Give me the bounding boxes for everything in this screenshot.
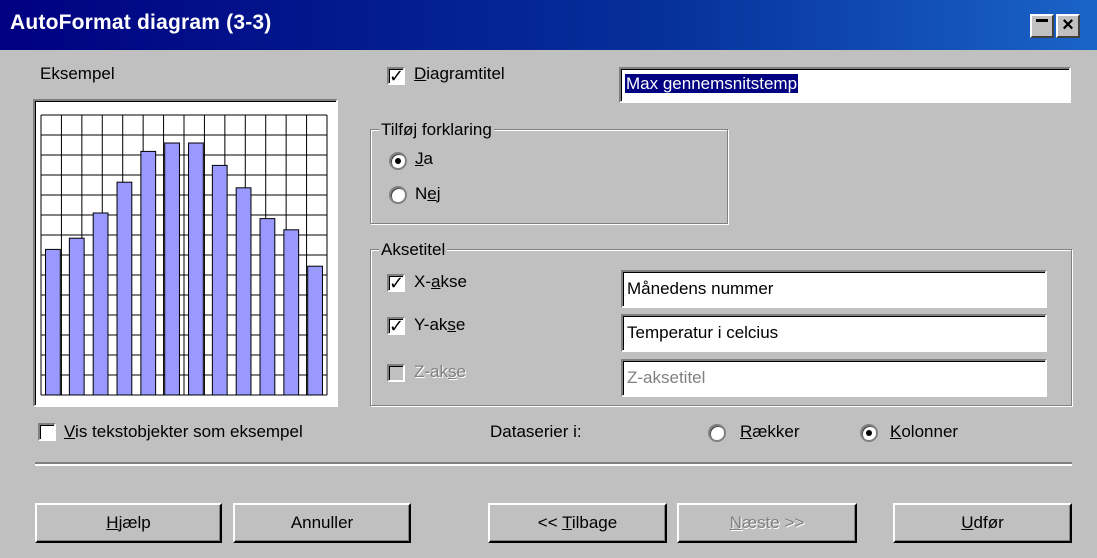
chart-bar-3 (92, 212, 109, 396)
diagram-title-checkbox[interactable]: ✓ (387, 66, 405, 86)
maximize-button[interactable] (1030, 14, 1054, 38)
legend-no-radio[interactable] (389, 186, 407, 204)
x-axis-checkbox[interactable]: ✓ (387, 273, 405, 293)
checkmark-icon: ✓ (389, 316, 405, 336)
checkmark-icon: ✓ (389, 273, 405, 293)
chart-bar-8 (211, 164, 228, 396)
y-axis-checkbox[interactable]: ✓ (387, 316, 405, 336)
chart-bar-6 (164, 142, 180, 396)
next-button[interactable]: Næste >> (677, 503, 857, 543)
window-title: AutoFormat diagram (3-3) (10, 11, 272, 34)
diagram-title-label: Diagramtitel (414, 64, 505, 83)
finish-button[interactable]: Udfør (893, 503, 1072, 543)
rows-radio[interactable] (708, 424, 726, 442)
chart-bar-5 (140, 150, 157, 396)
rows-label: Rækker (740, 422, 800, 441)
z-axis-title-field[interactable]: Z-aksetitel (621, 359, 1047, 397)
axis-title-group-title: Aksetitel (379, 240, 448, 260)
z-axis-checkbox[interactable] (387, 364, 405, 382)
legend-yes-label: Ja (415, 149, 433, 168)
y-axis-label: Y-akse (414, 315, 466, 334)
chart-bar-1 (45, 248, 61, 396)
chart-bar-10 (259, 218, 276, 396)
chart-bar-2 (68, 237, 85, 396)
diagram-title-value: Max gennemsnitstemp (625, 74, 799, 93)
x-axis-title-field[interactable]: Månedens nummer (621, 270, 1047, 308)
close-icon: × (1062, 14, 1074, 36)
cancel-button-label: Annuller (290, 513, 354, 532)
back-button[interactable]: << Tilbage (488, 503, 667, 543)
legend-no-label: Nej (415, 184, 441, 203)
chart-preview (33, 99, 338, 407)
back-button-label: << Tilbage (537, 513, 618, 532)
checkmark-icon: ✓ (389, 66, 405, 86)
chart-bar-4 (116, 181, 133, 396)
data-series-label: Dataserier i: (490, 422, 582, 441)
cancel-button[interactable]: Annuller (233, 503, 411, 543)
y-axis-title-field[interactable]: Temperatur i celcius (621, 314, 1047, 352)
z-axis-label: Z-akse (414, 362, 466, 381)
show-text-checkbox[interactable] (38, 423, 56, 441)
maximize-icon (1036, 19, 1048, 22)
chart-bar-9 (235, 187, 252, 396)
title-bar: AutoFormat diagram (3-3) × (0, 0, 1097, 50)
chart-bar-12 (307, 265, 323, 396)
help-button[interactable]: Hjælp (35, 503, 222, 543)
next-button-label: Næste >> (729, 513, 805, 532)
legend-yes-radio[interactable] (389, 152, 407, 170)
show-text-label: Vis tekstobjekter som eksempel (64, 422, 303, 441)
finish-button-label: Udfør (961, 513, 1004, 532)
chart-svg (40, 114, 328, 396)
chart-bar-11 (283, 229, 300, 396)
columns-label: Kolonner (890, 422, 959, 441)
x-axis-label: X-akse (414, 272, 467, 291)
separator (35, 462, 1072, 466)
preview-label: Eksempel (40, 64, 115, 83)
legend-group-title: Tilføj forklaring (379, 120, 494, 140)
close-button[interactable]: × (1056, 14, 1080, 38)
help-button-label: Hjælp (106, 513, 151, 532)
legend-group (370, 129, 728, 224)
chart-bar-7 (188, 142, 204, 396)
columns-radio[interactable] (860, 424, 878, 442)
diagram-title-field[interactable]: Max gennemsnitstemp (619, 67, 1071, 103)
